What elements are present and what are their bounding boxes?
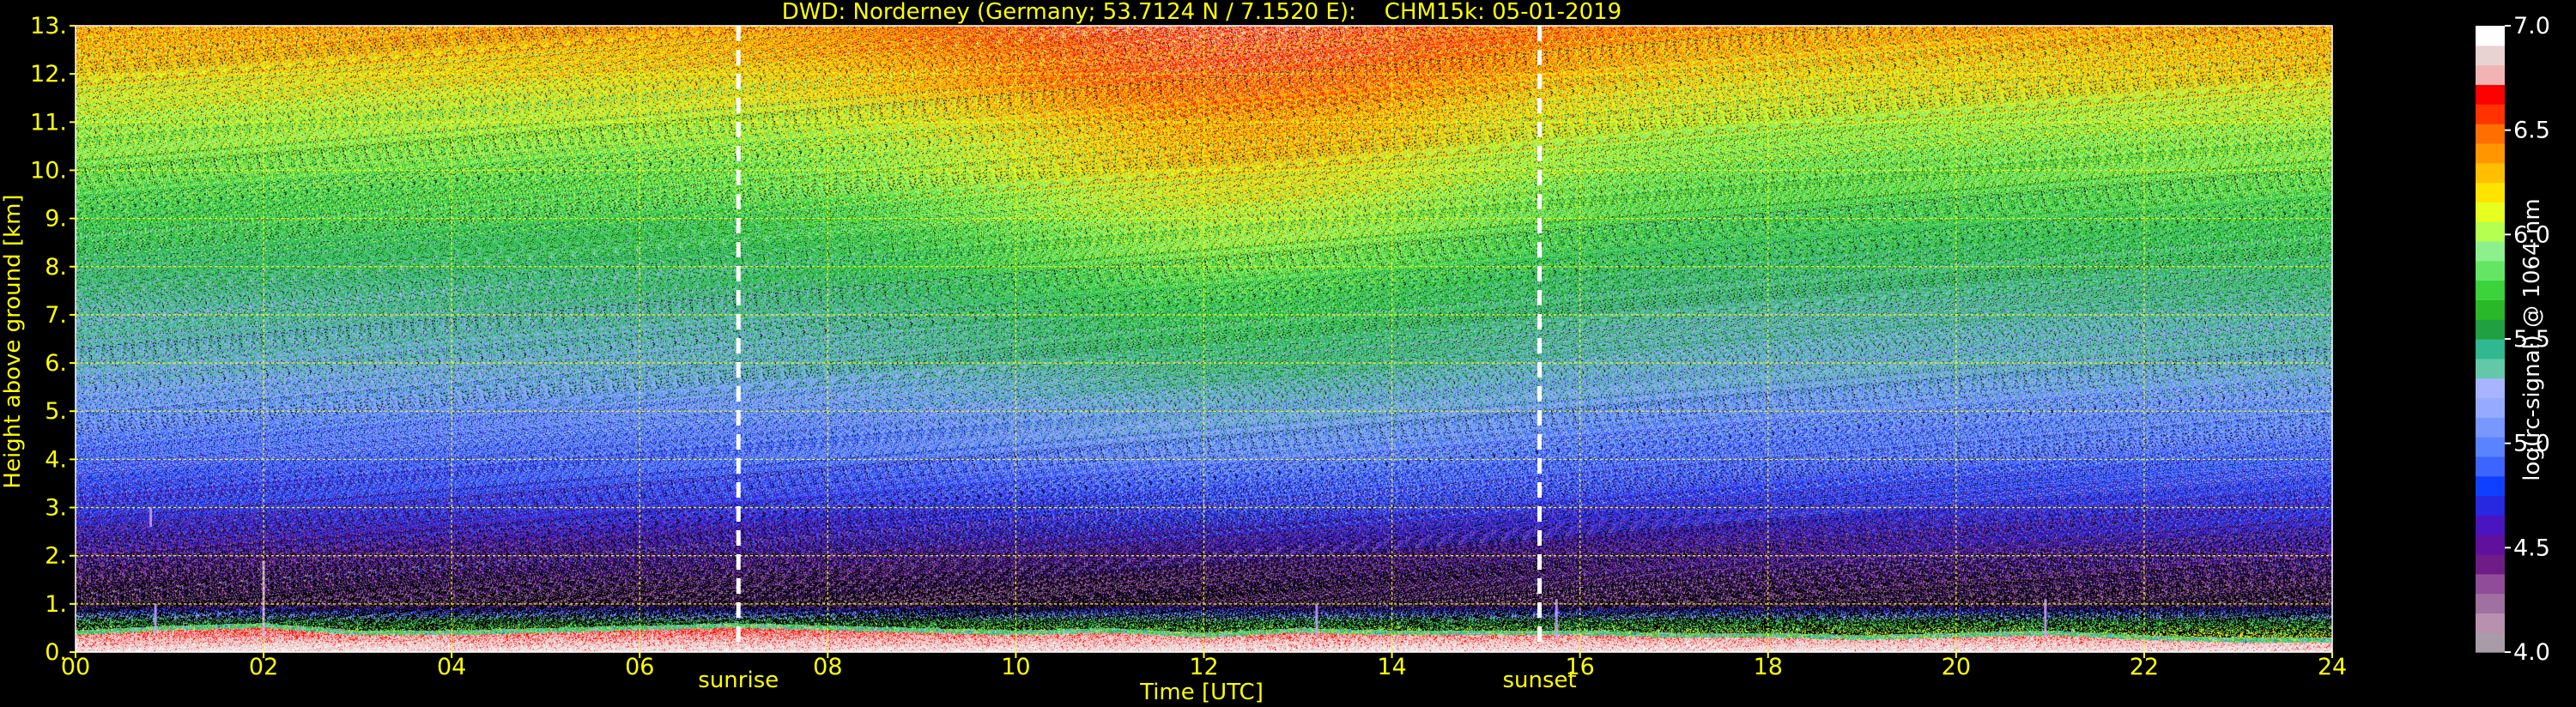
colorbar-segment-25 [2476, 142, 2505, 164]
colorbar-tick-label-5: 6.5 [2513, 118, 2550, 144]
colorbar-segment-2 [2476, 593, 2505, 613]
colorbar-segment-27 [2476, 104, 2505, 124]
colorbar-segment-21 [2476, 221, 2505, 242]
x-tick-label-3: 06 [625, 654, 654, 680]
x-tick-label-6: 12 [1189, 654, 1218, 680]
chart-stage: sunrise sunset 00 02 04 06 08 10 12 14 16 18 20 22 24… [0, 0, 2576, 707]
colorbar-segment-10 [2476, 437, 2505, 457]
colorbar-segment-3 [2476, 573, 2505, 595]
colorbar-segment-11 [2476, 417, 2505, 438]
x-tick-label-1: 02 [249, 654, 278, 680]
colorbar-tick-label-1: 4.5 [2513, 535, 2550, 561]
colorbar-segment-24 [2476, 162, 2505, 184]
colorbar-segment-16 [2476, 319, 2505, 340]
x-tick-label-4: 08 [813, 654, 842, 680]
colorbar-segment-15 [2476, 339, 2505, 360]
y-tick-label-6: 6. [45, 350, 67, 377]
y-tick-label-8: 8. [45, 254, 67, 281]
colorbar-segment-5 [2476, 535, 2505, 555]
y-tick-label-12: 12. [30, 61, 67, 88]
y-axis-label: Height above ground [km] [0, 194, 26, 488]
y-tick-label-1: 1. [45, 591, 67, 618]
colorbar-segment-9 [2476, 456, 2505, 477]
x-tick-label-11: 22 [2130, 654, 2159, 680]
y-tick-label-4: 4. [45, 446, 67, 473]
colorbar-tick-label-0: 4.0 [2513, 639, 2550, 666]
y-tick-label-11: 11. [30, 109, 67, 136]
colorbar-tick-label-6: 7.0 [2513, 13, 2550, 39]
x-tick-label-7: 14 [1377, 654, 1406, 680]
colorbar-segment-23 [2476, 182, 2505, 202]
sunrise-label: sunrise [698, 668, 779, 693]
colorbar-segment-31 [2476, 26, 2505, 46]
y-tick-label-9: 9. [45, 206, 67, 233]
colorbar-segment-26 [2476, 124, 2505, 144]
x-tick-label-12: 24 [2318, 654, 2347, 680]
colorbar-segment-0 [2476, 632, 2505, 653]
colorbar-segment-7 [2476, 495, 2505, 516]
lidar-chart: sunrise sunset 00 02 04 06 08 10 12 14 16 18 20 22 24… [0, 0, 2576, 707]
colorbar-segment-18 [2476, 280, 2505, 300]
colorbar-segment-13 [2476, 378, 2505, 399]
colorbar-segment-6 [2476, 515, 2505, 535]
colorbar-segment-22 [2476, 202, 2505, 222]
y-tick-label-3: 3. [45, 495, 67, 522]
colorbar-segment-28 [2476, 84, 2505, 105]
chart-title: DWD: Norderney (Germany; 53.7124 N / 7.1… [782, 0, 1621, 25]
colorbar-segment-19 [2476, 260, 2505, 281]
colorbar-segment-4 [2476, 553, 2505, 575]
colorbar-label: log(rc-signal) @ 1064 nm [2519, 198, 2545, 480]
x-tick-label-9: 18 [1754, 654, 1783, 680]
y-tick-label-5: 5. [45, 398, 67, 425]
x-tick-label-8: 16 [1565, 654, 1594, 680]
colorbar-segment-14 [2476, 358, 2505, 379]
colorbar-segment-1 [2476, 613, 2505, 633]
x-tick-label-10: 20 [1942, 654, 1971, 680]
y-tick-label-13: 13. [30, 13, 67, 39]
y-tick-label-10: 10. [30, 157, 67, 184]
y-tick-label-7: 7. [45, 302, 67, 329]
colorbar-segment-17 [2476, 299, 2505, 320]
colorbar-segment-8 [2476, 475, 2505, 497]
y-tick-label-0: 0. [45, 639, 67, 666]
colorbar-segment-12 [2476, 397, 2505, 418]
y-tick-label-2: 2. [45, 543, 67, 570]
x-axis-label: Time [UTC] [1139, 680, 1264, 705]
colorbar-segment-29 [2476, 64, 2505, 86]
colorbar-segment-20 [2476, 240, 2505, 262]
x-tick-label-2: 04 [437, 654, 466, 680]
x-tick-label-5: 10 [1001, 654, 1030, 680]
colorbar-segment-30 [2476, 45, 2505, 66]
